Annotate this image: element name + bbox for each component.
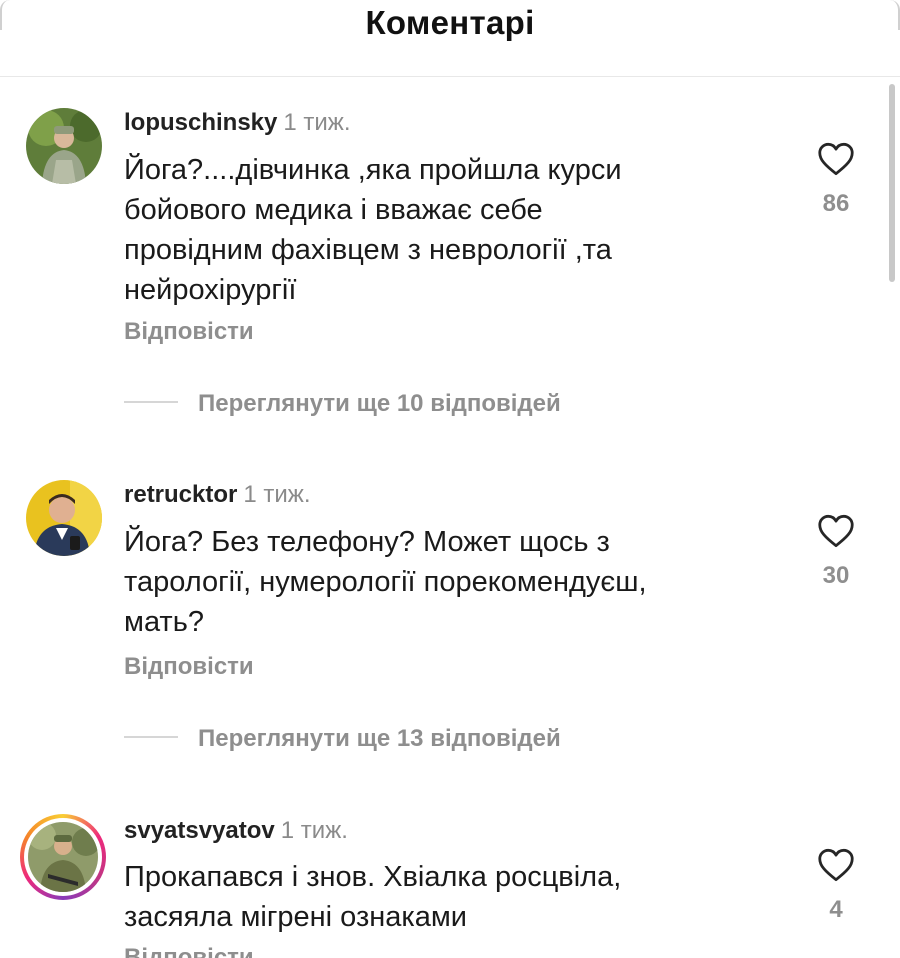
divider-line bbox=[124, 735, 178, 738]
view-more-replies-button[interactable]: Переглянути ще 10 відповідей bbox=[124, 390, 561, 418]
avatar-image bbox=[26, 480, 102, 556]
reply-button[interactable]: Відповісти bbox=[124, 653, 254, 681]
comment-text: Йога?....дівчинка ,яка пройшла курси бой… bbox=[124, 154, 622, 306]
scrollbar[interactable] bbox=[889, 84, 895, 282]
like-button[interactable]: 30 bbox=[808, 514, 864, 590]
view-more-replies-button[interactable]: Переглянути ще 13 відповідей bbox=[124, 725, 561, 753]
like-button[interactable]: 4 bbox=[808, 848, 864, 924]
view-more-replies-label: Переглянути ще 10 відповідей bbox=[198, 390, 561, 417]
comment-time: 1 тиж. bbox=[280, 817, 348, 844]
comment-text: Прокапався і знов. Хвіалка росцвіла, зас… bbox=[124, 861, 622, 933]
like-count: 86 bbox=[822, 190, 850, 217]
comment-time: 1 тиж. bbox=[243, 481, 311, 508]
username[interactable]: lopuschinsky bbox=[124, 109, 277, 136]
heart-outline-icon bbox=[818, 514, 854, 548]
avatar-image bbox=[26, 108, 102, 184]
comment-meta: svyatsvyatov 1 тиж. bbox=[124, 816, 348, 846]
view-more-replies-label: Переглянути ще 13 відповідей bbox=[198, 725, 561, 752]
comments-screen: Коментарі lopuschinsky 1 тиж. Йога?....ді… bbox=[0, 0, 900, 958]
comments-header: Коментарі bbox=[0, 0, 900, 77]
avatar-ring-gap bbox=[24, 818, 102, 896]
like-count: 4 bbox=[829, 896, 843, 923]
comment-text: Йога? Без телефону? Может щось з таролог… bbox=[124, 526, 647, 638]
username[interactable]: svyatsvyatov bbox=[124, 817, 275, 844]
avatar bbox=[28, 822, 98, 892]
comment-meta: retrucktor 1 тиж. bbox=[124, 480, 311, 510]
avatar-image bbox=[28, 822, 98, 892]
page-title: Коментарі bbox=[365, 4, 535, 41]
comment-meta: lopuschinsky 1 тиж. bbox=[124, 108, 351, 138]
like-count: 30 bbox=[822, 562, 850, 589]
avatar[interactable] bbox=[26, 108, 102, 184]
divider-line bbox=[124, 400, 178, 403]
comment-time: 1 тиж. bbox=[283, 109, 351, 136]
avatar[interactable] bbox=[26, 480, 102, 556]
heart-outline-icon bbox=[818, 848, 854, 882]
username[interactable]: retrucktor bbox=[124, 481, 237, 508]
like-button[interactable]: 86 bbox=[808, 142, 864, 218]
reply-button[interactable]: Відповісти bbox=[124, 944, 254, 958]
reply-button[interactable]: Відповісти bbox=[124, 318, 254, 346]
heart-outline-icon bbox=[818, 142, 854, 176]
avatar-story-ring[interactable] bbox=[20, 814, 106, 900]
